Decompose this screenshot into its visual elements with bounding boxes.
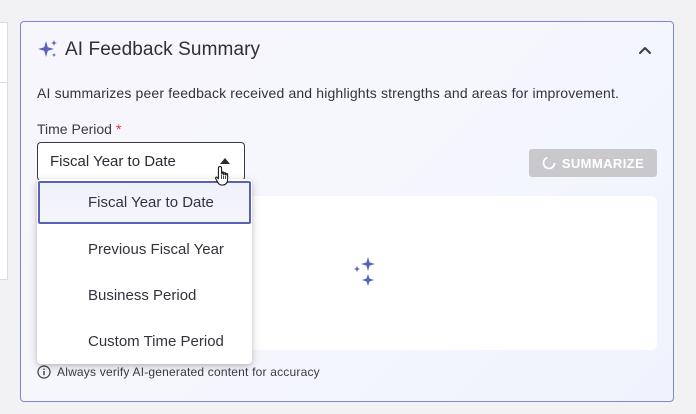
card-description: AI summarizes peer feedback received and… (37, 85, 620, 101)
summarize-button-label: SUMMARIZE (561, 155, 645, 171)
hand-cursor-icon (214, 165, 229, 186)
dropdown-option-fiscal-year-to-date[interactable]: Fiscal Year to Date (38, 181, 251, 224)
chevron-up-icon[interactable] (637, 42, 653, 58)
card-title: AI Feedback Summary (65, 39, 261, 60)
dropdown-option-custom-time-period[interactable]: Custom Time Period (37, 318, 252, 364)
disclaimer-text: Always verify AI-generated content for a… (57, 365, 320, 379)
left-panel (0, 22, 8, 280)
dropdown-option-business-period[interactable]: Business Period (37, 272, 252, 318)
sparkle-icon (38, 40, 57, 57)
required-indicator: * (115, 121, 122, 137)
disclaimer: Always verify AI-generated content for a… (37, 365, 320, 379)
dropdown-option-previous-fiscal-year[interactable]: Previous Fiscal Year (37, 226, 252, 272)
left-panel-divider (0, 82, 8, 83)
spinner-icon (542, 156, 556, 170)
time-period-label-text: Time Period (37, 121, 112, 137)
info-icon (37, 365, 51, 379)
time-period-label: Time Period * (37, 121, 121, 137)
result-sparkle-icon (354, 257, 375, 286)
time-period-dropdown-menu: Fiscal Year to Date Previous Fiscal Year… (37, 179, 252, 364)
time-period-select-value: Fiscal Year to Date (50, 153, 176, 170)
card-header[interactable]: AI Feedback Summary (21, 22, 673, 78)
summarize-button[interactable]: SUMMARIZE (529, 149, 657, 177)
